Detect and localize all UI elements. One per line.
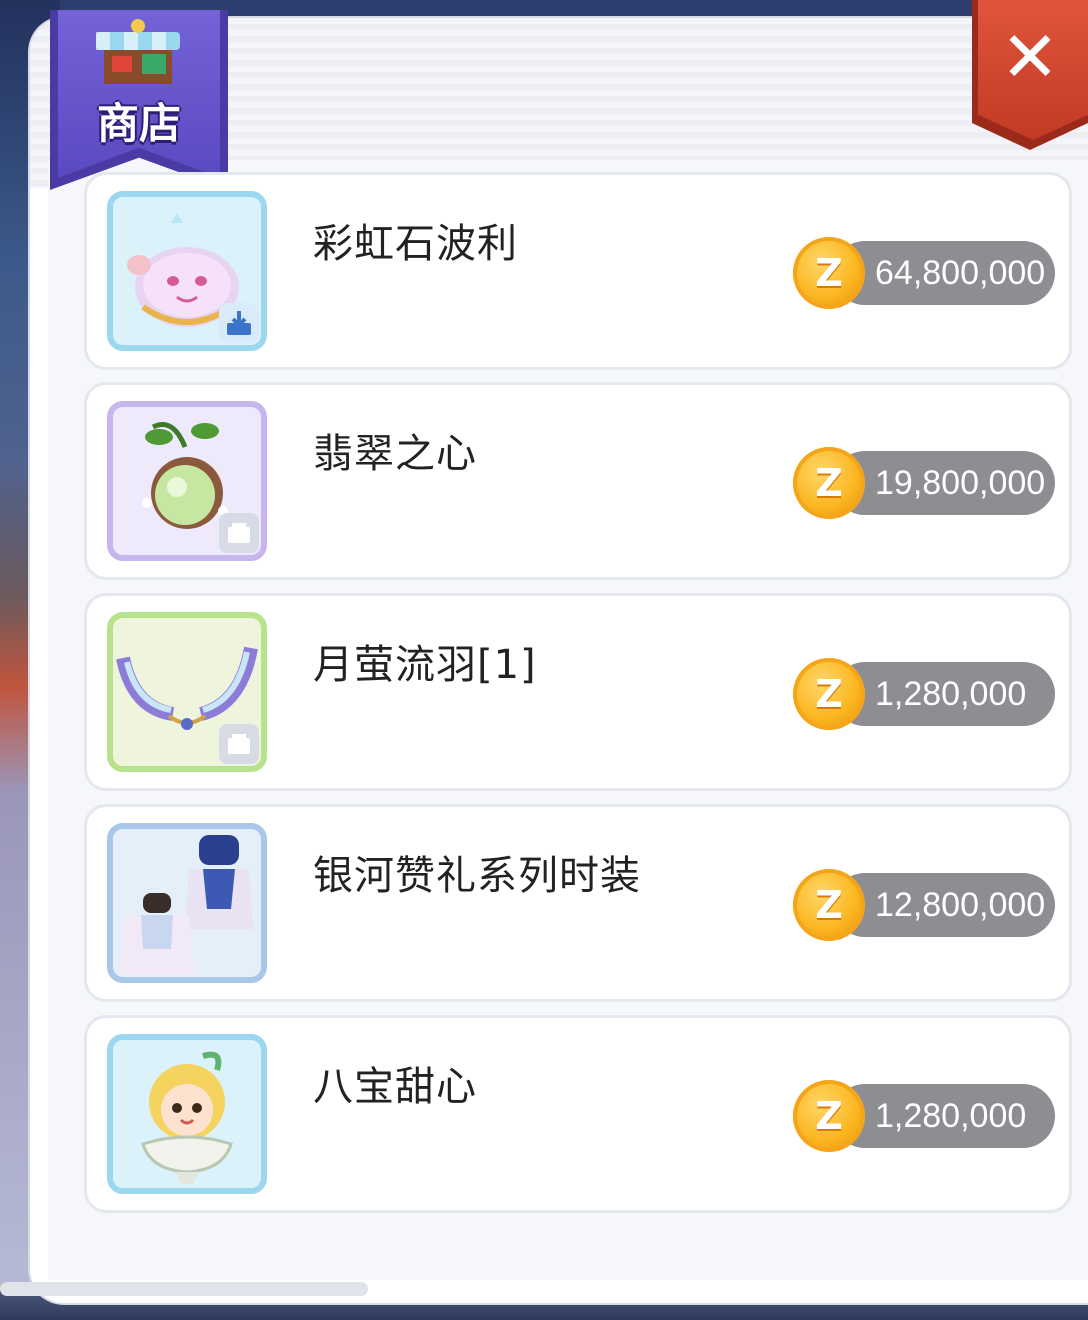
- zeny-coin-icon: Z: [793, 658, 865, 730]
- list-item[interactable]: 彩虹石波利 Z 64,800,000: [84, 172, 1072, 370]
- list-item[interactable]: 八宝甜心 Z 1,280,000: [84, 1015, 1072, 1213]
- shop-stall-icon: [96, 19, 180, 84]
- close-icon: ✕: [1000, 16, 1060, 98]
- horizontal-scrollbar[interactable]: [0, 1282, 368, 1296]
- item-name: 银河赞礼系列时装: [313, 853, 641, 899]
- close-button[interactable]: ✕: [972, 0, 1088, 150]
- price-value: 64,800,000: [875, 254, 1046, 292]
- price-button[interactable]: Z 1,280,000: [793, 658, 1057, 730]
- shop-banner: 商店: [50, 10, 228, 190]
- price-button[interactable]: Z 64,800,000: [793, 237, 1057, 309]
- tray-icon: [228, 523, 250, 543]
- price-button[interactable]: Z 12,800,000: [793, 869, 1057, 941]
- item-thumbnail: [107, 612, 267, 772]
- item-thumbnail: [107, 401, 267, 561]
- zeny-coin-icon: Z: [793, 869, 865, 941]
- zeny-coin-icon: Z: [793, 447, 865, 519]
- item-name: 八宝甜心: [313, 1064, 477, 1110]
- download-badge: [219, 303, 259, 343]
- inventory-badge: [219, 513, 259, 553]
- tray-icon: [228, 734, 250, 754]
- item-thumbnail: [107, 1034, 267, 1194]
- price-value: 1,280,000: [875, 675, 1027, 713]
- download-icon: [227, 311, 251, 335]
- zeny-coin-icon: Z: [793, 1080, 865, 1152]
- list-item[interactable]: 月萤流羽[1] Z 1,280,000: [84, 593, 1072, 791]
- currency-symbol: Z: [815, 883, 843, 927]
- currency-symbol: Z: [815, 461, 843, 505]
- list-item[interactable]: 银河赞礼系列时装 Z 12,800,000: [84, 804, 1072, 1002]
- price-value: 12,800,000: [875, 886, 1046, 924]
- currency-symbol: Z: [815, 251, 843, 295]
- sweetheart-icon: [141, 1051, 233, 1184]
- price-value: 19,800,000: [875, 464, 1046, 502]
- price-button[interactable]: Z 1,280,000: [793, 1080, 1057, 1152]
- item-thumbnail: [107, 823, 267, 983]
- price-value: 1,280,000: [875, 1097, 1027, 1135]
- price-button[interactable]: Z 19,800,000: [793, 447, 1057, 519]
- item-name: 翡翠之心: [313, 431, 477, 477]
- item-name: 月萤流羽[1]: [313, 642, 537, 688]
- galaxy-costume-icon: [119, 835, 253, 975]
- item-name: 彩虹石波利: [313, 221, 518, 267]
- zeny-coin-icon: Z: [793, 237, 865, 309]
- list-item[interactable]: 翡翠之心 Z 19,800,000: [84, 382, 1072, 580]
- item-thumbnail: [107, 191, 267, 351]
- inventory-badge: [219, 724, 259, 764]
- currency-symbol: Z: [815, 672, 843, 716]
- shop-title: 商店: [96, 99, 181, 148]
- currency-symbol: Z: [815, 1094, 843, 1138]
